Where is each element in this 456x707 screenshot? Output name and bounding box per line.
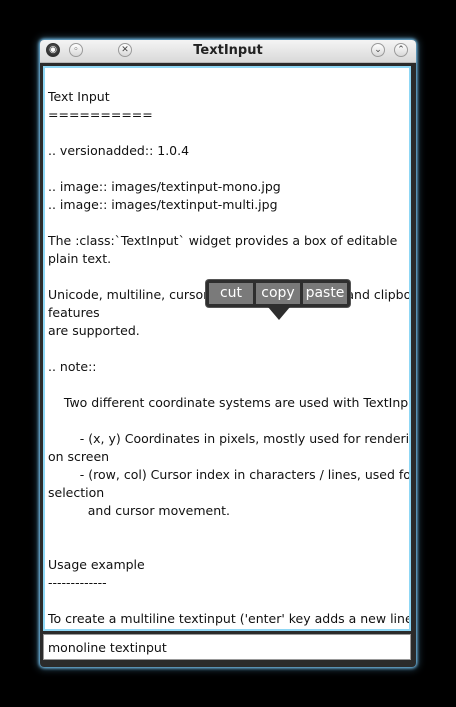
editor-line: ------------- bbox=[48, 575, 107, 590]
editor-line: Text Input bbox=[48, 89, 110, 104]
editor-line: .. image:: images/textinput-multi.jpg bbox=[48, 197, 278, 212]
editor-line: - (row, col) Cursor index in characters … bbox=[48, 467, 411, 482]
shade-down-icon[interactable]: ⌄ bbox=[371, 43, 385, 57]
cut-button[interactable]: cut bbox=[209, 283, 253, 304]
editor-line: To create a multiline textinput ('enter'… bbox=[48, 611, 411, 626]
editor-line: Usage example bbox=[48, 557, 145, 572]
editor-line: plain text. bbox=[48, 251, 112, 266]
editor-line: on screen bbox=[48, 449, 110, 464]
paste-button[interactable]: paste bbox=[303, 283, 347, 304]
editor-line: .. versionadded:: 1.0.4 bbox=[48, 143, 190, 158]
multiline-textinput[interactable]: Text Input==========.. versionadded:: 1.… bbox=[43, 66, 411, 631]
editor-line: .. image:: images/textinput-mono.jpg bbox=[48, 179, 281, 194]
editor-line: and cursor movement. bbox=[48, 503, 231, 518]
editor-line: .. note:: bbox=[48, 359, 97, 374]
editor-line: Two different coordinate systems are use… bbox=[48, 395, 411, 410]
shade-up-icon[interactable]: ⌃ bbox=[394, 43, 408, 57]
editor-line: are supported. bbox=[48, 323, 140, 338]
copy-button[interactable]: copy bbox=[256, 283, 300, 304]
window-title: TextInput bbox=[193, 43, 263, 58]
editor-line: features bbox=[48, 305, 100, 320]
editor-line: - (x, y) Coordinates in pixels, mostly u… bbox=[48, 431, 411, 446]
title-bar[interactable]: ◉ ◦ ✕ TextInput ⌄ ⌃ bbox=[40, 40, 416, 63]
editor-line: ========== bbox=[48, 107, 153, 122]
monoline-value: monoline textinput bbox=[48, 640, 167, 655]
editor-line: selection bbox=[48, 485, 105, 500]
bubble-pointer bbox=[268, 307, 290, 320]
clipboard-bubble: cut copy paste bbox=[206, 280, 350, 307]
editor-line: The :class:`TextInput` widget provides a… bbox=[48, 233, 398, 248]
app-window: ◉ ◦ ✕ TextInput ⌄ ⌃ Text Input ==========… bbox=[40, 40, 416, 667]
monoline-textinput[interactable]: monoline textinput bbox=[43, 634, 411, 660]
